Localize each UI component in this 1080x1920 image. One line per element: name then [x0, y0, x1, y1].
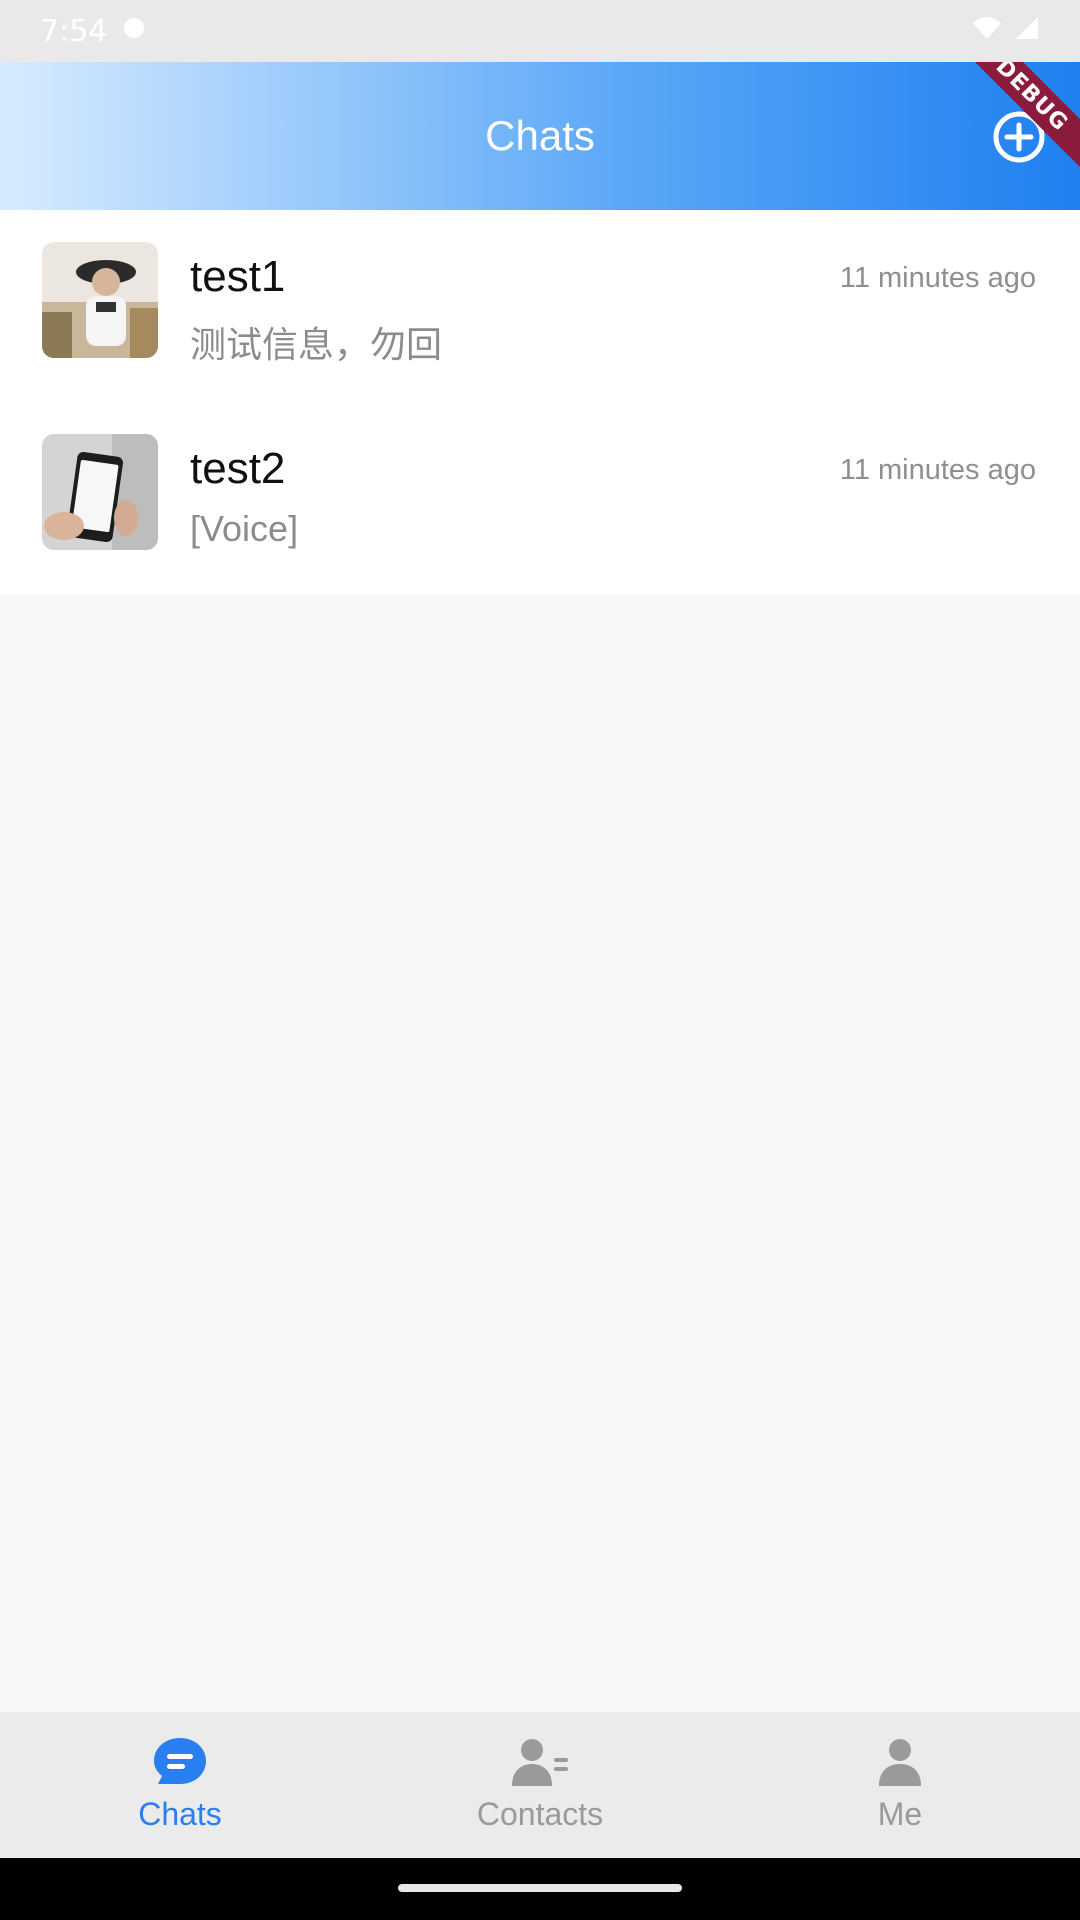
screen: 7:54 Chats DEBUG test1 11 minutes ago 测试… [0, 0, 1080, 1920]
system-nav-bar [0, 1858, 1080, 1920]
nav-label-me: Me [877, 1796, 923, 1832]
chat-timestamp: 11 minutes ago [839, 262, 1036, 294]
wifi-icon [972, 14, 1002, 49]
bottom-nav: Chats Contacts Me [0, 1712, 1080, 1858]
person-icon [870, 1734, 930, 1790]
page-title: Chats [485, 112, 595, 159]
contacts-icon [510, 1734, 570, 1790]
nav-item-chats[interactable]: Chats [0, 1712, 360, 1858]
chat-bubble-icon [150, 1734, 210, 1790]
app-bar: Chats DEBUG [0, 62, 1080, 210]
status-right [972, 14, 1040, 49]
nav-item-me[interactable]: Me [720, 1712, 1080, 1858]
chat-timestamp: 11 minutes ago [839, 454, 1036, 486]
settings-status-icon [121, 14, 147, 49]
chat-name: test2 [190, 444, 286, 493]
chat-preview: 测试信息，勿回 [190, 324, 443, 365]
nav-label-contacts: Contacts [476, 1796, 604, 1832]
status-left: 7:54 [40, 14, 147, 49]
woman-in-hat-photo-icon [42, 242, 158, 358]
signal-icon [1014, 14, 1040, 49]
status-bar: 7:54 [0, 0, 1080, 62]
chat-list-item[interactable]: test1 11 minutes ago 测试信息，勿回 [0, 210, 1080, 402]
chat-list-item[interactable]: test2 11 minutes ago [Voice] [0, 402, 1080, 594]
chat-name: test1 [190, 252, 286, 301]
phone-in-hand-photo-icon [42, 434, 158, 550]
nav-item-contacts[interactable]: Contacts [360, 1712, 720, 1858]
home-indicator[interactable] [398, 1884, 682, 1892]
status-time: 7:54 [40, 13, 108, 49]
chat-list: test1 11 minutes ago 测试信息，勿回 test2 11 mi… [0, 210, 1080, 594]
chat-preview: [Voice] [190, 508, 299, 549]
nav-label-chats: Chats [138, 1796, 222, 1832]
